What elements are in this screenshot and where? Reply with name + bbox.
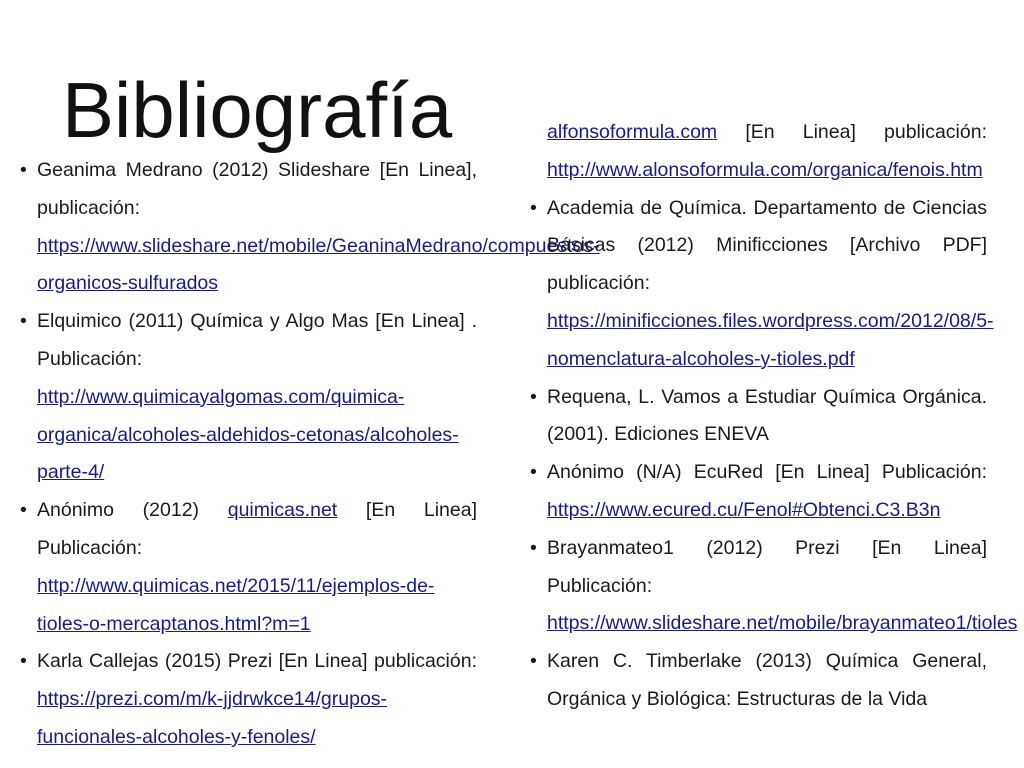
- reference-item: Geanima Medrano (2012) Slideshare [En Li…: [20, 152, 600, 303]
- reference-link[interactable]: https://www.ecured.cu/Fenol#Obtenci.C3.B…: [547, 499, 940, 521]
- reference-item: Karen C. Timberlake (2013) Química Gener…: [530, 643, 987, 719]
- reference-link[interactable]: https://www.slideshare.net/mobile/Geanin…: [37, 235, 600, 295]
- reference-link[interactable]: https://prezi.com/m/k-jjdrwkce14/grupos-…: [37, 688, 387, 748]
- reference-item: Karla Callejas (2015) Prezi [En Linea] p…: [20, 643, 477, 756]
- reference-item: Anónimo (2012) quimicas.net [En Linea] P…: [20, 492, 477, 643]
- reference-text: Brayanmateo1 (2012) Prezi [En Linea] Pub…: [547, 536, 987, 597]
- reference-link[interactable]: alfonsoformula.com: [547, 121, 717, 143]
- reference-text: Academia de Química. Departamento de Cie…: [547, 196, 987, 295]
- reference-text: Elquimico (2011) Química y Algo Mas [En …: [37, 310, 477, 370]
- reference-link[interactable]: https://www.slideshare.net/mobile/brayan…: [547, 612, 1017, 634]
- reference-text: Geanima Medrano (2012) Slideshare [En Li…: [37, 159, 477, 219]
- reference-link[interactable]: http://www.quimicas.net/2015/11/ejemplos…: [37, 575, 434, 635]
- reference-link[interactable]: quimicas.net: [228, 499, 337, 521]
- reference-link[interactable]: http://www.alonsoformula.com/organica/fe…: [547, 159, 983, 181]
- reference-text: Karla Callejas (2015) Prezi [En Linea] p…: [37, 650, 477, 673]
- reference-item: Elquimico (2011) Química y Algo Mas [En …: [20, 303, 477, 492]
- reference-text: Requena, L. Vamos a Estudiar Química Org…: [547, 385, 987, 446]
- reference-continuation: alfonsoformula.com [En Linea] publicació…: [547, 114, 987, 190]
- reference-text: Anónimo (N/A) EcuRed [En Linea] Publicac…: [547, 461, 987, 484]
- reference-item: Academia de Química. Departamento de Cie…: [530, 190, 994, 379]
- reference-item: Brayanmateo1 (2012) Prezi [En Linea] Pub…: [530, 530, 1017, 643]
- reference-item: Requena, L. Vamos a Estudiar Química Org…: [530, 379, 987, 455]
- reference-link[interactable]: http://www.quimicayalgomas.com/quimica-o…: [37, 386, 459, 484]
- slide-title: Bibliografía: [62, 66, 453, 154]
- reference-item: Anónimo (N/A) EcuRed [En Linea] Publicac…: [530, 454, 987, 530]
- left-column: Geanima Medrano (2012) Slideshare [En Li…: [20, 152, 600, 757]
- reference-text: Karen C. Timberlake (2013) Química Gener…: [547, 650, 987, 710]
- reference-text: [En Linea] publicación:: [717, 121, 987, 143]
- right-column: alfonsoformula.com [En Linea] publicació…: [530, 114, 1017, 719]
- reference-link[interactable]: https://minificciones.files.wordpress.co…: [547, 310, 994, 370]
- reference-text: Anónimo (2012): [37, 499, 228, 522]
